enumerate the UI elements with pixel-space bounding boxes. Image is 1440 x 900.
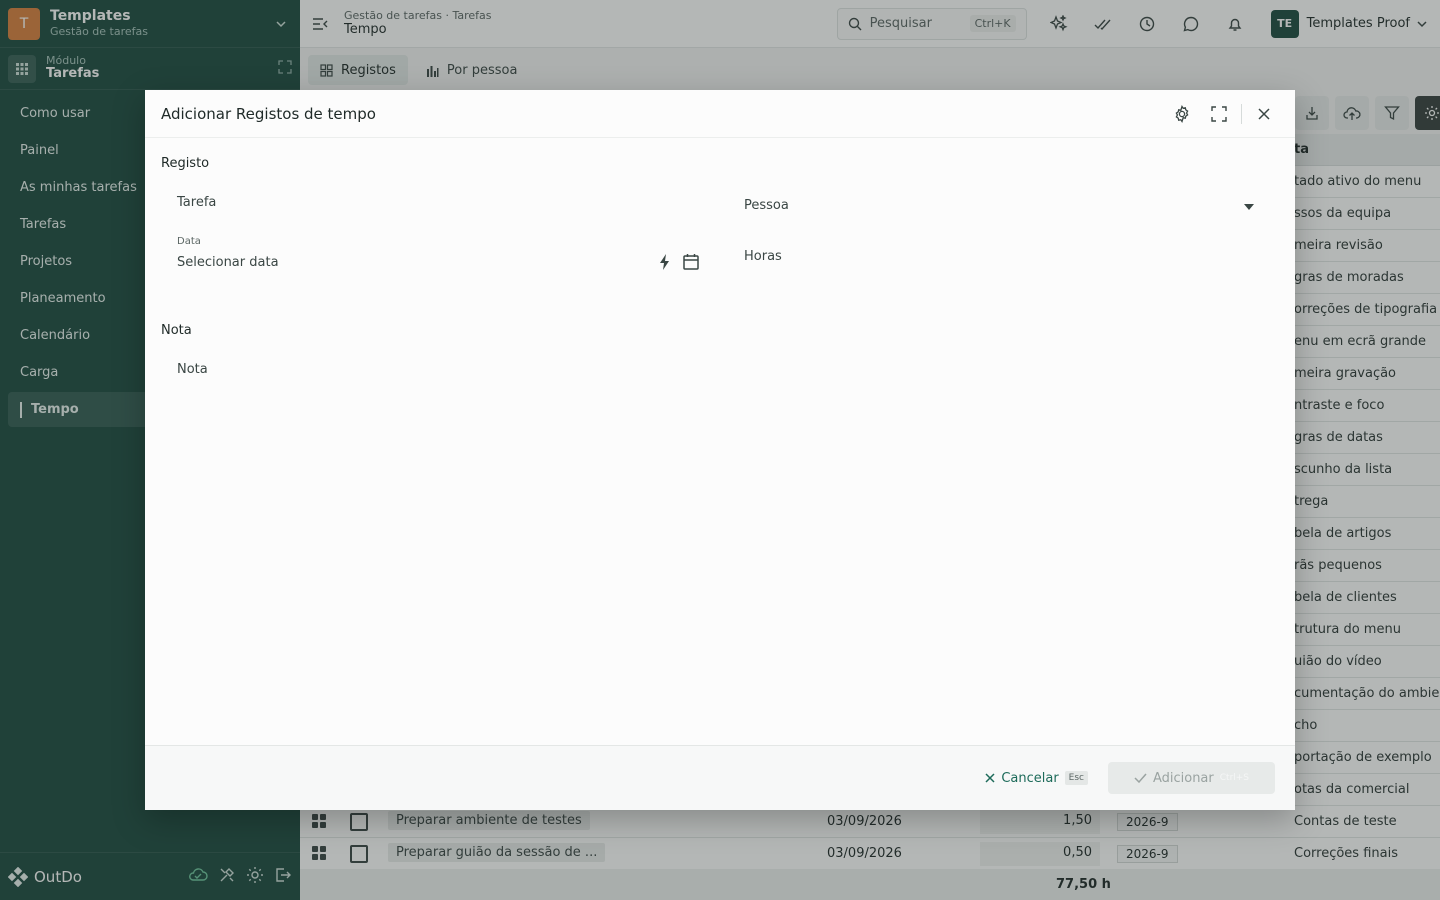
dialog-header: Adicionar Registos de tempo: [145, 90, 1295, 138]
add-shortcut: Ctrl+S: [1219, 773, 1250, 783]
task-field[interactable]: Tarefa: [161, 188, 706, 224]
add-time-entry-dialog: Adicionar Registos de tempo Registo Tare…: [145, 90, 1295, 810]
dropdown-arrow-icon: [1244, 204, 1254, 210]
gear-icon[interactable]: [1167, 99, 1197, 129]
section-nota-title: Nota: [161, 323, 192, 338]
close-icon[interactable]: [1249, 99, 1279, 129]
close-icon: [985, 773, 995, 783]
cancel-button[interactable]: Cancelar Esc: [985, 771, 1088, 786]
section-registo-title: Registo: [161, 156, 210, 171]
note-field[interactable]: Nota: [161, 354, 1268, 390]
add-button[interactable]: Adicionar Ctrl+S: [1108, 762, 1275, 794]
hours-field[interactable]: Horas: [728, 242, 1268, 278]
dialog-footer: Cancelar Esc Adicionar Ctrl+S: [145, 745, 1295, 810]
check-icon: [1134, 773, 1147, 783]
person-select[interactable]: Pessoa: [728, 190, 1268, 226]
fullscreen-icon[interactable]: [1204, 99, 1234, 129]
lightning-icon[interactable]: [659, 254, 671, 270]
dialog-body: Registo Tarefa Pessoa Data Selecionar da…: [145, 138, 1295, 745]
date-field[interactable]: Data Selecionar data: [161, 232, 706, 276]
calendar-icon[interactable]: [683, 253, 699, 270]
cancel-shortcut: Esc: [1064, 771, 1088, 785]
dialog-title: Adicionar Registos de tempo: [161, 104, 376, 123]
